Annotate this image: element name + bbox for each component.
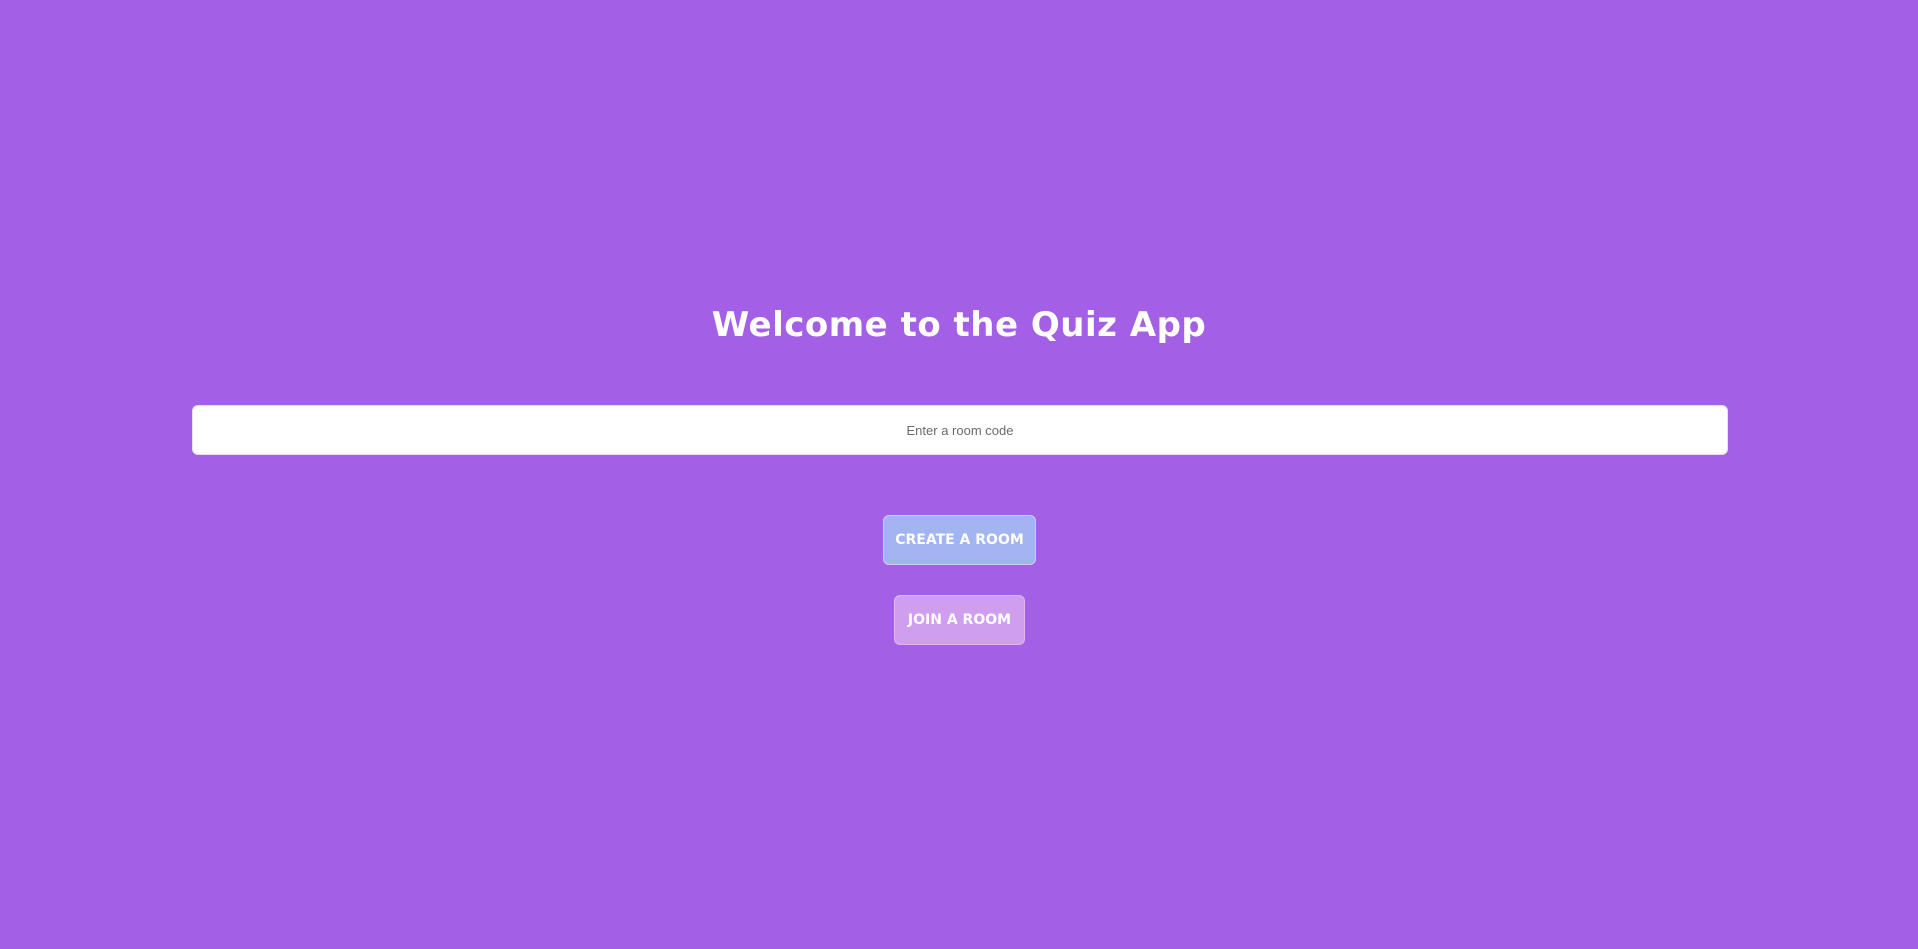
page-title: Welcome to the Quiz App bbox=[711, 305, 1207, 345]
landing-page: Welcome to the Quiz App CREATE A ROOM JO… bbox=[0, 0, 1918, 949]
join-room-button[interactable]: JOIN A ROOM bbox=[894, 595, 1025, 645]
create-room-button[interactable]: CREATE A ROOM bbox=[883, 515, 1036, 565]
room-code-input[interactable] bbox=[192, 405, 1728, 455]
